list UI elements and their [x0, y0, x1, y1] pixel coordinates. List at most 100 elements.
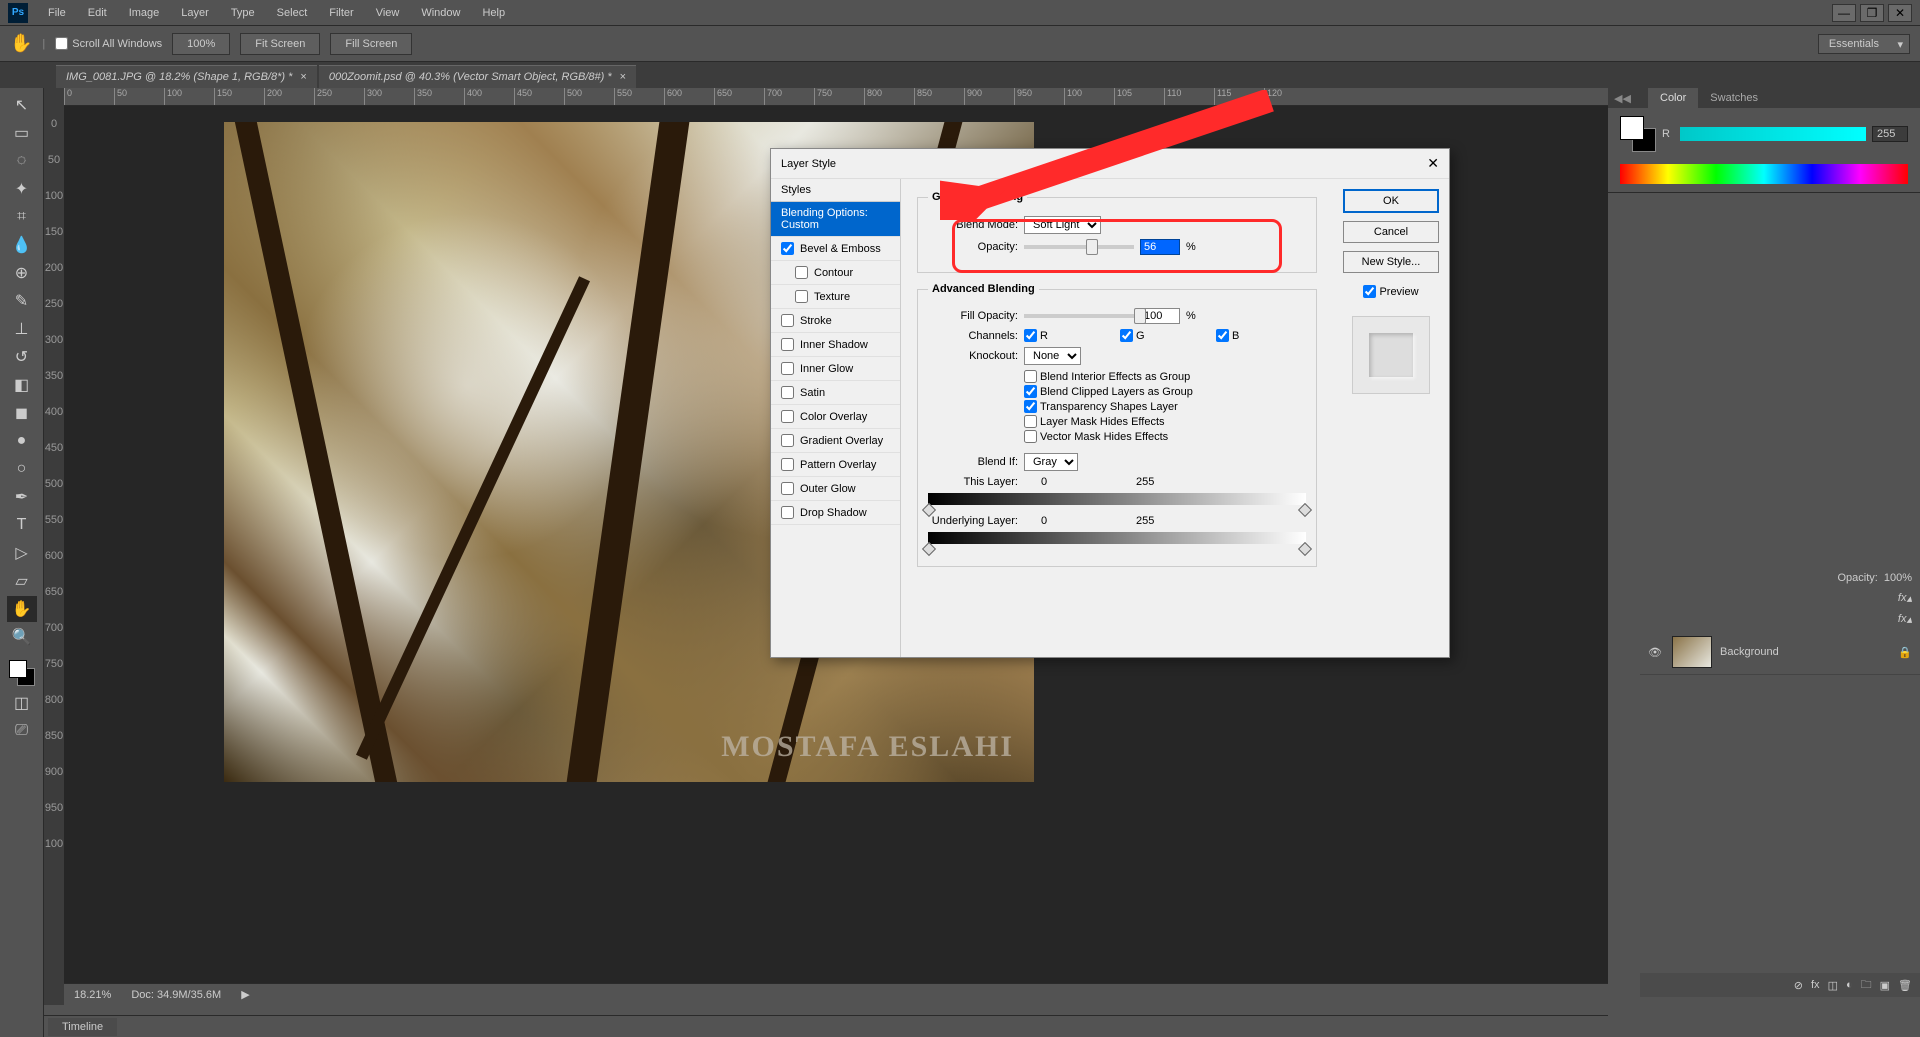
- tab-timeline[interactable]: Timeline: [48, 1018, 117, 1036]
- path-select-icon[interactable]: ▷: [7, 540, 37, 566]
- fill-opacity-slider[interactable]: [1024, 314, 1134, 318]
- tab-close-icon[interactable]: ×: [620, 71, 626, 83]
- panel-color-swatch-icon[interactable]: [1620, 116, 1656, 152]
- channel-g-checkbox[interactable]: G: [1120, 329, 1210, 342]
- menu-filter[interactable]: Filter: [319, 3, 363, 23]
- document-tab[interactable]: 000Zoomit.psd @ 40.3% (Vector Smart Obje…: [319, 65, 636, 88]
- menu-file[interactable]: File: [38, 3, 76, 23]
- style-item[interactable]: Texture: [771, 285, 900, 309]
- menu-view[interactable]: View: [366, 3, 410, 23]
- hand-tool-icon[interactable]: ✋: [10, 33, 32, 54]
- workspace-dropdown[interactable]: Essentials: [1818, 34, 1910, 54]
- dodge-tool-icon[interactable]: ○: [7, 456, 37, 482]
- zoom-readout[interactable]: 18.21%: [74, 989, 111, 1001]
- blend-mode-dropdown[interactable]: Soft Light: [1024, 216, 1101, 234]
- style-item[interactable]: Pattern Overlay: [771, 453, 900, 477]
- menu-window[interactable]: Window: [411, 3, 470, 23]
- style-item[interactable]: Contour: [771, 261, 900, 285]
- style-item[interactable]: Gradient Overlay: [771, 429, 900, 453]
- document-tab[interactable]: IMG_0081.JPG @ 18.2% (Shape 1, RGB/8*) *…: [56, 65, 317, 88]
- fx-icon[interactable]: fx: [1811, 979, 1820, 991]
- style-item[interactable]: Inner Glow: [771, 357, 900, 381]
- collapse-icon[interactable]: ◀◀: [1614, 92, 1631, 105]
- quickmask-icon[interactable]: ◫: [7, 690, 37, 716]
- close-button[interactable]: ✕: [1888, 4, 1912, 22]
- opacity-slider[interactable]: [1024, 245, 1134, 249]
- styles-header[interactable]: Styles: [771, 179, 900, 202]
- r-slider[interactable]: [1680, 127, 1866, 141]
- new-layer-icon[interactable]: ▣: [1880, 979, 1890, 992]
- underlying-layer-gradient[interactable]: [928, 532, 1306, 544]
- blending-options-item[interactable]: Blending Options: Custom: [771, 202, 900, 237]
- fill-opacity-input[interactable]: [1140, 308, 1180, 324]
- adv-option-checkbox[interactable]: Transparency Shapes Layer: [1024, 400, 1306, 413]
- zoom-tool-icon[interactable]: 🔍: [7, 624, 37, 650]
- scroll-all-checkbox[interactable]: Scroll All Windows: [55, 37, 162, 50]
- fx-badge[interactable]: fx: [1898, 613, 1907, 626]
- zoom-100-button[interactable]: 100%: [172, 33, 230, 55]
- visibility-icon[interactable]: 👁: [1648, 646, 1664, 659]
- status-arrow-icon[interactable]: ▶: [241, 988, 249, 1001]
- menu-select[interactable]: Select: [267, 3, 318, 23]
- mask-icon[interactable]: ◫: [1828, 979, 1838, 992]
- menu-type[interactable]: Type: [221, 3, 265, 23]
- tab-close-icon[interactable]: ×: [300, 71, 306, 83]
- style-item[interactable]: Inner Shadow: [771, 333, 900, 357]
- style-item[interactable]: Outer Glow: [771, 477, 900, 501]
- dialog-titlebar[interactable]: Layer Style ✕: [771, 149, 1449, 179]
- layer-opacity-value[interactable]: 100%: [1884, 572, 1912, 584]
- new-style-button[interactable]: New Style...: [1343, 251, 1439, 273]
- link-icon[interactable]: ⊘: [1794, 979, 1803, 992]
- color-swatch-icon[interactable]: [7, 658, 37, 688]
- menu-edit[interactable]: Edit: [78, 3, 117, 23]
- style-item[interactable]: Bevel & Emboss: [771, 237, 900, 261]
- minimize-button[interactable]: —: [1832, 4, 1856, 22]
- dialog-close-icon[interactable]: ✕: [1427, 155, 1439, 172]
- style-item[interactable]: Stroke: [771, 309, 900, 333]
- trash-icon[interactable]: 🗑: [1898, 979, 1912, 992]
- brush-tool-icon[interactable]: ✎: [7, 288, 37, 314]
- adv-option-checkbox[interactable]: Layer Mask Hides Effects: [1024, 415, 1306, 428]
- tab-swatches[interactable]: Swatches: [1698, 88, 1770, 108]
- layer-row[interactable]: 👁 Background 🔒: [1640, 630, 1920, 675]
- tab-color[interactable]: Color: [1648, 88, 1698, 108]
- shape-tool-icon[interactable]: ▱: [7, 568, 37, 594]
- stamp-tool-icon[interactable]: ⊥: [7, 316, 37, 342]
- this-layer-gradient[interactable]: [928, 493, 1306, 505]
- fill-screen-button[interactable]: Fill Screen: [330, 33, 412, 55]
- history-brush-icon[interactable]: ↺: [7, 344, 37, 370]
- type-tool-icon[interactable]: T: [7, 512, 37, 538]
- marquee-tool-icon[interactable]: ▭: [7, 120, 37, 146]
- screen-mode-icon[interactable]: ⎚: [7, 718, 37, 744]
- gradient-tool-icon[interactable]: ◼: [7, 400, 37, 426]
- style-item[interactable]: Color Overlay: [771, 405, 900, 429]
- blend-if-dropdown[interactable]: Gray: [1024, 453, 1078, 471]
- style-item[interactable]: Drop Shadow: [771, 501, 900, 525]
- style-item[interactable]: Satin: [771, 381, 900, 405]
- lock-icon[interactable]: 🔒: [1898, 646, 1912, 659]
- restore-button[interactable]: ❐: [1860, 4, 1884, 22]
- adv-option-checkbox[interactable]: Blend Interior Effects as Group: [1024, 370, 1306, 383]
- ok-button[interactable]: OK: [1343, 189, 1439, 213]
- adjustment-icon[interactable]: ◐: [1846, 979, 1853, 991]
- menu-help[interactable]: Help: [472, 3, 515, 23]
- channel-b-checkbox[interactable]: B: [1216, 329, 1306, 342]
- crop-tool-icon[interactable]: ⌗: [7, 204, 37, 230]
- channel-r-checkbox[interactable]: R: [1024, 329, 1114, 342]
- menu-image[interactable]: Image: [119, 3, 170, 23]
- fit-screen-button[interactable]: Fit Screen: [240, 33, 320, 55]
- preview-checkbox[interactable]: Preview: [1363, 285, 1418, 298]
- heal-tool-icon[interactable]: ⊕: [7, 260, 37, 286]
- cancel-button[interactable]: Cancel: [1343, 221, 1439, 243]
- adv-option-checkbox[interactable]: Vector Mask Hides Effects: [1024, 430, 1306, 443]
- spectrum-bar[interactable]: [1620, 164, 1908, 184]
- menu-layer[interactable]: Layer: [171, 3, 219, 23]
- adv-option-checkbox[interactable]: Blend Clipped Layers as Group: [1024, 385, 1306, 398]
- opacity-input[interactable]: [1140, 239, 1180, 255]
- wand-tool-icon[interactable]: ✦: [7, 176, 37, 202]
- pen-tool-icon[interactable]: ✒: [7, 484, 37, 510]
- r-value-input[interactable]: [1872, 126, 1908, 142]
- blur-tool-icon[interactable]: ●: [7, 428, 37, 454]
- eraser-tool-icon[interactable]: ◧: [7, 372, 37, 398]
- eyedropper-tool-icon[interactable]: 💧: [7, 232, 37, 258]
